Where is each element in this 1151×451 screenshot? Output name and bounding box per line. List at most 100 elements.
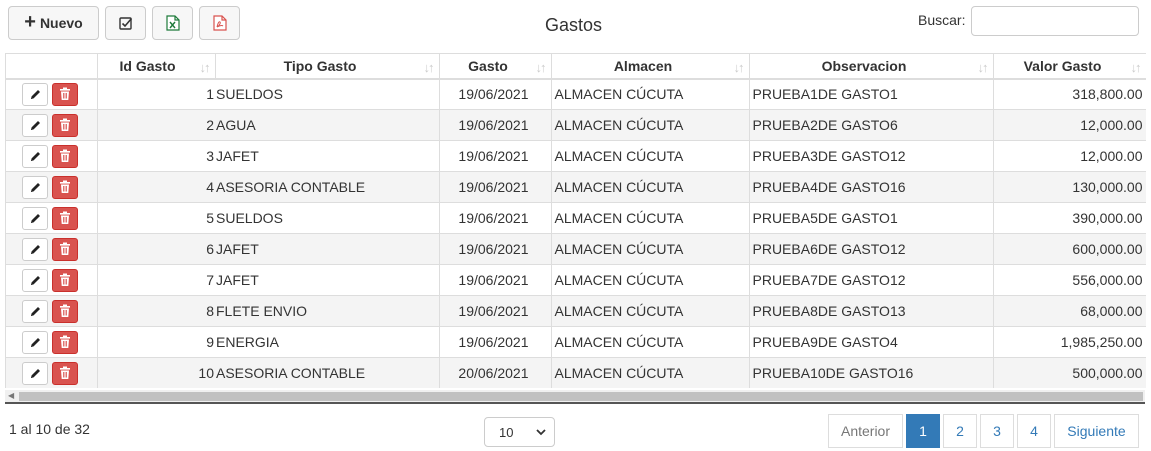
cell-tipo: FLETE ENVIO bbox=[215, 295, 440, 327]
table-row[interactable]: 1 SUELDOS 19/06/2021 ALMACEN CÚCUTA PRUEBA1D… bbox=[6, 78, 1146, 110]
column-header-observacion[interactable]: Observacion ↓↑ bbox=[749, 53, 994, 80]
cell-valor: 500,000.00 bbox=[993, 357, 1146, 388]
sort-icon: ↓↑ bbox=[199, 60, 211, 75]
sort-icon: ↓↑ bbox=[1130, 60, 1142, 75]
cell-id: 8 bbox=[97, 295, 215, 327]
page-title: Gastos bbox=[545, 15, 603, 35]
delete-button[interactable] bbox=[52, 268, 78, 292]
cell-id: 2 bbox=[97, 109, 215, 141]
cell-observacion: PRUEBA4DE GASTO16 bbox=[749, 171, 994, 203]
table-row[interactable]: 8 FLETE ENVIO 19/06/2021 ALMACEN CÚCUTA PRUE… bbox=[6, 295, 1146, 327]
edit-button[interactable] bbox=[22, 144, 48, 168]
row-actions bbox=[6, 78, 98, 110]
edit-button[interactable] bbox=[22, 268, 48, 292]
pencil-icon bbox=[30, 120, 40, 130]
table-row[interactable]: 9 ENERGIA 19/06/2021 ALMACEN CÚCUTA PRUEBA9D… bbox=[6, 326, 1146, 358]
pencil-icon bbox=[30, 337, 40, 347]
edit-button[interactable] bbox=[22, 175, 48, 199]
pagination-next[interactable]: Siguiente bbox=[1054, 414, 1139, 448]
trash-icon bbox=[60, 335, 70, 348]
cell-tipo: JAFET bbox=[215, 140, 440, 172]
edit-button[interactable] bbox=[22, 330, 48, 354]
pagination-page-1[interactable]: 1 bbox=[906, 414, 940, 448]
edit-button[interactable] bbox=[22, 82, 48, 106]
export-pdf-button[interactable] bbox=[199, 6, 240, 40]
edit-button[interactable] bbox=[22, 206, 48, 230]
table-info: 1 al 10 de 32 bbox=[9, 421, 90, 437]
cell-tipo: ASESORIA CONTABLE bbox=[215, 357, 440, 388]
table-row[interactable]: 7 JAFET 19/06/2021 ALMACEN CÚCUTA PRUEBA7DE … bbox=[6, 264, 1146, 296]
cell-almacen: ALMACEN CÚCUTA bbox=[551, 140, 750, 172]
cell-gasto: 19/06/2021 bbox=[439, 295, 552, 327]
cell-valor: 12,000.00 bbox=[993, 109, 1146, 141]
excel-file-icon bbox=[165, 15, 180, 31]
table-row[interactable]: 2 AGUA 19/06/2021 ALMACEN CÚCUTA PRUEBA2DE G… bbox=[6, 109, 1146, 141]
pencil-icon bbox=[30, 244, 40, 254]
page-size-select[interactable]: 10 bbox=[484, 417, 555, 447]
pagination-page-2[interactable]: 2 bbox=[943, 414, 977, 448]
delete-button[interactable] bbox=[52, 299, 78, 323]
cell-observacion: PRUEBA2DE GASTO6 bbox=[749, 109, 994, 141]
table-row[interactable]: 6 JAFET 19/06/2021 ALMACEN CÚCUTA PRUEBA6DE … bbox=[6, 233, 1146, 265]
delete-button[interactable] bbox=[52, 113, 78, 137]
delete-button[interactable] bbox=[52, 144, 78, 168]
cell-observacion: PRUEBA6DE GASTO12 bbox=[749, 233, 994, 265]
delete-button[interactable] bbox=[52, 330, 78, 354]
column-header-tipo[interactable]: Tipo Gasto ↓↑ bbox=[215, 53, 440, 80]
delete-button[interactable] bbox=[52, 361, 78, 385]
pagination-prev[interactable]: Anterior bbox=[828, 414, 903, 448]
table-row[interactable]: 10 ASESORIA CONTABLE 20/06/2021 ALMACEN CÚC… bbox=[6, 357, 1146, 388]
delete-button[interactable] bbox=[52, 206, 78, 230]
cell-tipo: JAFET bbox=[215, 233, 440, 265]
pencil-icon bbox=[30, 368, 40, 378]
column-header-almacen[interactable]: Almacen ↓↑ bbox=[551, 53, 750, 80]
cell-observacion: PRUEBA5DE GASTO1 bbox=[749, 202, 994, 234]
delete-button[interactable] bbox=[52, 237, 78, 261]
trash-icon bbox=[60, 180, 70, 193]
column-header-gasto[interactable]: Gasto ↓↑ bbox=[439, 53, 552, 80]
column-header-id[interactable]: Id Gasto ↓↑ bbox=[97, 53, 216, 80]
edit-button[interactable] bbox=[22, 299, 48, 323]
table-row[interactable]: 4 ASESORIA CONTABLE 19/06/2021 ALMACEN CÚCU… bbox=[6, 171, 1146, 203]
cell-tipo: JAFET bbox=[215, 264, 440, 296]
trash-icon bbox=[60, 273, 70, 286]
cell-observacion: PRUEBA7DE GASTO12 bbox=[749, 264, 994, 296]
row-actions bbox=[6, 295, 98, 327]
scrollbar-thumb[interactable] bbox=[19, 392, 1143, 401]
edit-button[interactable] bbox=[22, 113, 48, 137]
select-all-button[interactable] bbox=[105, 6, 146, 40]
cell-tipo: SUELDOS bbox=[215, 78, 440, 110]
pencil-icon bbox=[30, 151, 40, 161]
table-row[interactable]: 5 SUELDOS 19/06/2021 ALMACEN CÚCUTA PRUEBA5D… bbox=[6, 202, 1146, 234]
export-excel-button[interactable] bbox=[152, 6, 193, 40]
nuevo-button[interactable]: + Nuevo bbox=[8, 6, 99, 40]
nuevo-label: Nuevo bbox=[39, 15, 83, 31]
scroll-left-icon[interactable]: ◀ bbox=[8, 391, 14, 400]
check-square-icon bbox=[118, 17, 132, 30]
search-input[interactable] bbox=[971, 6, 1139, 36]
trash-icon bbox=[60, 304, 70, 317]
pencil-icon bbox=[30, 306, 40, 316]
pagination-page-3[interactable]: 3 bbox=[980, 414, 1014, 448]
sort-icon: ↓↑ bbox=[977, 60, 989, 75]
pagination-page-4[interactable]: 4 bbox=[1017, 414, 1051, 448]
cell-gasto: 19/06/2021 bbox=[439, 264, 552, 296]
cell-tipo: SUELDOS bbox=[215, 202, 440, 234]
edit-button[interactable] bbox=[22, 237, 48, 261]
table-row[interactable]: 3 JAFET 19/06/2021 ALMACEN CÚCUTA PRUEBA3DE … bbox=[6, 140, 1146, 172]
column-header-valor[interactable]: Valor Gasto ↓↑ bbox=[993, 53, 1146, 80]
pencil-icon bbox=[30, 182, 40, 192]
horizontal-scrollbar[interactable]: ◀ bbox=[5, 390, 1145, 404]
delete-button[interactable] bbox=[52, 82, 78, 106]
table-header-row: Id Gasto ↓↑ Tipo Gasto ↓↑ Gasto ↓↑ Almacen ↓… bbox=[6, 53, 1146, 80]
cell-observacion: PRUEBA10DE GASTO16 bbox=[749, 357, 994, 388]
row-actions bbox=[6, 233, 98, 265]
row-actions bbox=[6, 357, 98, 388]
gastos-table: Id Gasto ↓↑ Tipo Gasto ↓↑ Gasto ↓↑ Almacen ↓… bbox=[5, 53, 1146, 388]
delete-button[interactable] bbox=[52, 175, 78, 199]
pencil-icon bbox=[30, 275, 40, 285]
sort-icon: ↓↑ bbox=[733, 60, 745, 75]
edit-button[interactable] bbox=[22, 361, 48, 385]
cell-gasto: 20/06/2021 bbox=[439, 357, 552, 388]
cell-id: 5 bbox=[97, 202, 215, 234]
